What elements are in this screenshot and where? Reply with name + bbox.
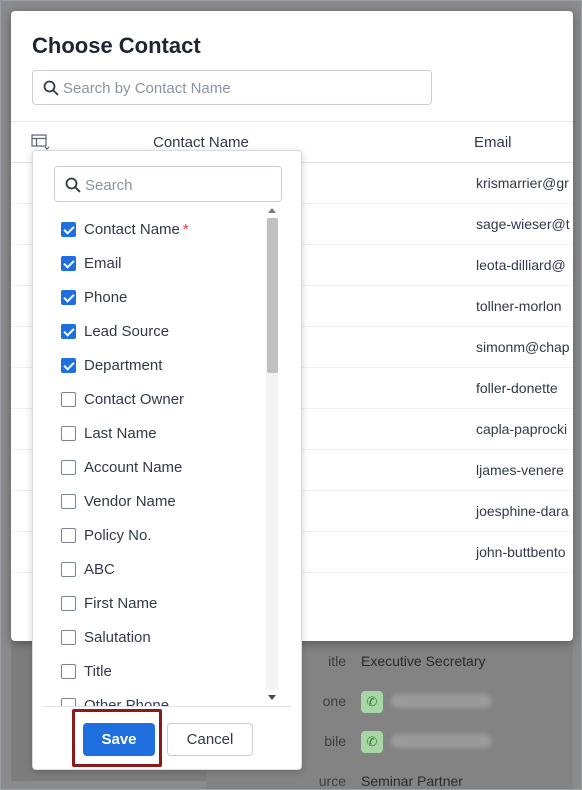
field-option-label: ABC [84, 561, 115, 578]
field-option[interactable]: Title [33, 654, 268, 688]
checkbox-unchecked[interactable] [61, 596, 76, 611]
field-search-box[interactable] [54, 166, 282, 202]
contact-search-box[interactable] [32, 70, 432, 105]
field-option[interactable]: Contact Owner [33, 382, 268, 416]
field-option-label: Title [84, 663, 112, 680]
field-label-text: ABC [84, 561, 115, 578]
field-option-label: Department [84, 357, 162, 374]
detail-value: Seminar Partner [361, 773, 463, 789]
blurred-mobile-number [391, 734, 491, 748]
field-label-text: Last Name [84, 425, 157, 442]
screenshot-frame: itle Executive Secretary one ✆ bile ✆ ur… [0, 0, 582, 790]
field-label-text: Title [84, 663, 112, 680]
checkbox-unchecked[interactable] [61, 494, 76, 509]
field-label-text: Policy No. [84, 527, 152, 544]
field-option[interactable]: Last Name [33, 416, 268, 450]
scroll-down-arrow-icon[interactable] [268, 695, 276, 700]
checkbox-unchecked[interactable] [61, 460, 76, 475]
checkbox-unchecked[interactable] [61, 630, 76, 645]
field-list-scrollbar[interactable] [266, 204, 280, 704]
email-cell: krismarrier@gr [476, 175, 569, 191]
field-label-text: Email [84, 255, 122, 272]
email-cell: sage-wieser@t [476, 216, 570, 232]
field-option-label: Last Name [84, 425, 157, 442]
field-label-text: Contact Owner [84, 391, 185, 408]
field-label-text: Account Name [84, 459, 183, 476]
email-cell: simonm@chap [476, 339, 570, 355]
checkbox-checked[interactable] [61, 358, 76, 373]
checkbox-unchecked[interactable] [61, 698, 76, 706]
field-option-label: First Name [84, 595, 157, 612]
required-asterisk: * [182, 221, 189, 238]
checkbox-unchecked[interactable] [61, 392, 76, 407]
field-option[interactable]: Salutation [33, 620, 268, 654]
checkbox-checked[interactable] [61, 222, 76, 237]
field-option-label: Other Phone [84, 697, 169, 706]
field-option[interactable]: ABC [33, 552, 268, 586]
detail-label: urce [318, 773, 346, 789]
email-cell: tollner-morlon [476, 298, 562, 314]
email-cell: john-buttbento [476, 544, 566, 560]
field-option[interactable]: Lead Source [33, 314, 268, 348]
field-option-label: Lead Source [84, 323, 169, 340]
checkbox-unchecked[interactable] [61, 562, 76, 577]
contact-search-input[interactable] [63, 75, 423, 101]
field-label-text: Vendor Name [84, 493, 176, 510]
field-list: Contact Name * Email Phone Lead Source Depart… [33, 212, 268, 706]
detail-value: Executive Secretary [361, 653, 486, 669]
field-option[interactable]: Phone [33, 280, 268, 314]
field-option[interactable]: Vendor Name [33, 484, 268, 518]
field-option[interactable]: Account Name [33, 450, 268, 484]
phone-icon[interactable]: ✆ [361, 691, 383, 713]
column-header-contact-name[interactable]: Contact Name [153, 134, 249, 151]
email-cell: joesphine-dara [476, 503, 569, 519]
checkbox-checked[interactable] [61, 256, 76, 271]
search-icon [43, 80, 59, 96]
checkbox-checked[interactable] [61, 324, 76, 339]
field-option-label: Contact Name * [84, 221, 189, 238]
field-option[interactable]: Contact Name * [33, 212, 268, 246]
field-label-text: Salutation [84, 629, 151, 646]
field-option-label: Email [84, 255, 122, 272]
field-option[interactable]: Policy No. [33, 518, 268, 552]
column-chooser-dropdown: Contact Name* Email Phone Lead Source Depart… [32, 150, 302, 770]
field-option-label: Phone [84, 289, 127, 306]
checkbox-unchecked[interactable] [61, 426, 76, 441]
column-chooser-icon[interactable] [31, 134, 51, 150]
column-header-email[interactable]: Email [474, 134, 512, 151]
field-label-text: Lead Source [84, 323, 170, 340]
field-option[interactable]: Email [33, 246, 268, 280]
save-button[interactable]: Save [83, 723, 155, 756]
blurred-phone-number [391, 694, 491, 708]
field-label-text: First Name [84, 595, 158, 612]
email-cell: leota-dilliard@ [476, 257, 566, 273]
email-cell: ljames-venere [476, 462, 564, 478]
field-option-label: Salutation [84, 629, 151, 646]
dropdown-footer: Save Cancel [43, 706, 291, 769]
email-cell: capla-paprocki [476, 421, 568, 437]
modal-title: Choose Contact [32, 33, 201, 58]
checkbox-unchecked[interactable] [61, 528, 76, 543]
field-option-label: Policy No. [84, 527, 152, 544]
field-option[interactable]: Other Phone [33, 688, 268, 706]
field-option-label: Account Name [84, 459, 182, 476]
search-icon [65, 177, 81, 193]
scroll-up-arrow-icon[interactable] [268, 208, 276, 213]
field-option-label: Vendor Name [84, 493, 176, 510]
phone-icon[interactable]: ✆ [361, 731, 383, 753]
field-label-text: Other Phone [84, 697, 170, 706]
scrollbar-track[interactable] [266, 218, 278, 690]
field-label-text: Department [84, 357, 163, 374]
field-label-text: Contact Name [84, 221, 180, 238]
field-option[interactable]: Department [33, 348, 268, 382]
checkbox-checked[interactable] [61, 290, 76, 305]
field-option-label: Contact Owner [84, 391, 184, 408]
field-search-input[interactable] [85, 172, 275, 198]
field-option[interactable]: First Name [33, 586, 268, 620]
cancel-button[interactable]: Cancel [167, 723, 253, 756]
scrollbar-thumb[interactable] [267, 218, 278, 373]
checkbox-unchecked[interactable] [61, 664, 76, 679]
field-label-text: Phone [84, 289, 128, 306]
email-cell: foller-donette [476, 380, 558, 396]
